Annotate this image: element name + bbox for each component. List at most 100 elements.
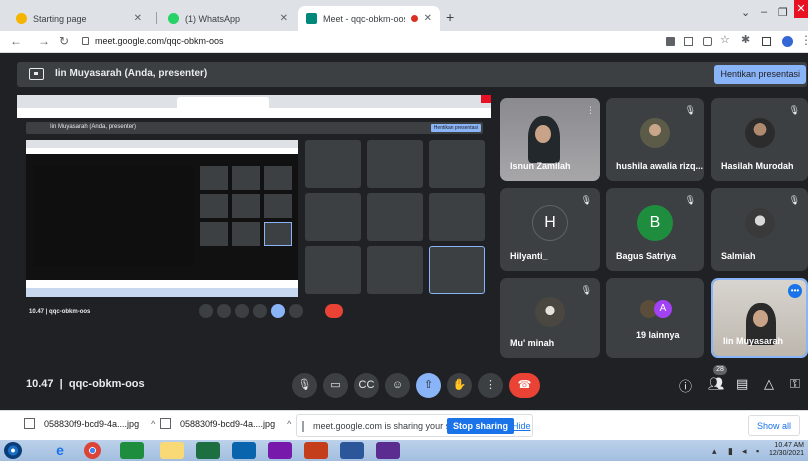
meeting-code: qqc-obkm-oos: [68, 378, 145, 390]
participant-tile[interactable]: ⋮ Isnun Zamilah: [500, 98, 600, 181]
browser-logo-icon: [16, 13, 27, 24]
chrome-icon[interactable]: [84, 442, 101, 459]
camera-in-use-icon[interactable]: [666, 37, 675, 46]
download-filename: 058830f9-bcd9-4a....jpg: [180, 418, 276, 429]
onenote-icon[interactable]: [268, 442, 292, 459]
translate-icon[interactable]: [684, 37, 693, 46]
share-icon[interactable]: [703, 37, 712, 46]
chevron-up-icon[interactable]: ^: [151, 419, 155, 429]
participant-tile[interactable]: 🎙︎ Mu' minah: [500, 278, 600, 358]
file-explorer-icon[interactable]: [160, 442, 184, 459]
volume-icon[interactable]: ◂: [742, 446, 747, 457]
more-options-icon[interactable]: ⋮: [586, 105, 595, 116]
browser-toolbar: ← → ↻ meet.google.com/qqc-obkm-oos ☆ ✱ ⋮: [0, 31, 808, 53]
windows-taskbar: e ▴ ▮ ◂ ▪ 10.47 AM 12/30/2021: [0, 440, 808, 461]
app-icon[interactable]: [120, 442, 144, 459]
participant-avatar: [535, 296, 565, 327]
menu-icon[interactable]: ⋮: [800, 33, 808, 47]
outlook-icon[interactable]: [232, 442, 256, 459]
close-icon[interactable]: ✕: [134, 13, 142, 24]
others-tile[interactable]: A 19 lainnya: [606, 278, 704, 358]
tab-title: Meet - qqc-obkm-oos: [323, 13, 405, 24]
image-file-icon: [24, 418, 35, 429]
activities-icon[interactable]: △: [764, 376, 774, 392]
word-icon[interactable]: [340, 442, 364, 459]
stop-sharing-button[interactable]: Stop sharing: [447, 418, 515, 434]
shared-browser-tab-strip: [17, 95, 491, 108]
participant-tile[interactable]: B 🎙︎ Bagus Satriya: [606, 188, 704, 271]
tab-meet[interactable]: Meet - qqc-obkm-oos ✕: [298, 6, 440, 31]
new-tab-button[interactable]: +: [446, 9, 454, 25]
more-options-icon[interactable]: •••: [788, 284, 802, 298]
recording-indicator-icon: [410, 15, 418, 22]
close-icon[interactable]: ✕: [424, 13, 432, 24]
whatsapp-icon: [168, 13, 179, 24]
download-item[interactable]: 058830f9-bcd9-4a....jpg ^: [24, 418, 155, 429]
download-filename: 058830f9-bcd9-4a....jpg: [44, 418, 140, 429]
more-options-button[interactable]: ⋮: [478, 373, 503, 398]
app-icon[interactable]: [376, 442, 400, 459]
captions-button[interactable]: CC: [354, 373, 379, 398]
excel-icon[interactable]: [196, 442, 220, 459]
close-window-icon[interactable]: ✕: [794, 0, 808, 18]
presenter-bar: Iin Muyasarah (Anda, presenter) Hentikan…: [17, 62, 807, 87]
start-button[interactable]: [4, 442, 22, 459]
tab-whatsapp[interactable]: (1) WhatsApp ✕: [160, 6, 296, 31]
people-icon[interactable]: 👥︎: [708, 376, 725, 392]
meeting-info-icon[interactable]: ⓘ: [679, 376, 692, 395]
raise-hand-button[interactable]: ✋: [447, 373, 472, 398]
url-field[interactable]: meet.google.com/qqc-obkm-oos: [95, 36, 224, 46]
shared-nested-screen: [26, 140, 298, 297]
meeting-details: 10.47 | qqc-obkm-oos: [26, 378, 145, 390]
participant-name: Iin Muyasarah: [723, 336, 784, 346]
forward-icon[interactable]: →: [38, 34, 50, 48]
participant-tile[interactable]: H 🎙︎ Hilyanti_: [500, 188, 600, 271]
action-center-icon[interactable]: ▪: [756, 446, 759, 456]
system-clock[interactable]: 10.47 AM 12/30/2021: [769, 442, 804, 458]
present-now-button[interactable]: ⇧: [416, 373, 441, 398]
participant-avatar: [744, 207, 775, 238]
camera-button[interactable]: ▭: [323, 373, 348, 398]
participant-name: Mu' minah: [510, 338, 555, 348]
lock-icon[interactable]: [82, 37, 89, 45]
hide-link[interactable]: Hide: [512, 421, 531, 431]
chevron-up-icon[interactable]: ^: [287, 419, 291, 429]
profile-avatar[interactable]: [782, 36, 793, 47]
mic-muted-icon: 🎙︎: [580, 195, 592, 205]
network-icon[interactable]: ▮: [728, 446, 733, 457]
drag-handle-icon[interactable]: [302, 421, 304, 432]
show-all-button[interactable]: Show all: [747, 415, 800, 436]
extensions-icon[interactable]: ✱: [741, 33, 750, 46]
download-item[interactable]: 058830f9-bcd9-4a....jpg ^: [160, 418, 291, 429]
reload-icon[interactable]: ↻: [59, 34, 69, 48]
minimize-icon[interactable]: –: [761, 6, 767, 18]
host-controls-icon[interactable]: ⚿: [790, 376, 800, 392]
chat-icon[interactable]: ▤: [736, 376, 748, 392]
mic-muted-icon: 🎙︎: [684, 105, 696, 115]
self-tile[interactable]: ••• Iin Muyasarah: [711, 278, 808, 358]
tab-divider: [156, 12, 157, 24]
participant-tile[interactable]: 🎙︎ Hasilah Murodah: [711, 98, 808, 181]
tab-starting-page[interactable]: Starting page ✕: [8, 6, 150, 31]
side-panel-icon[interactable]: [762, 37, 771, 46]
bookmark-star-icon[interactable]: ☆: [720, 33, 730, 46]
participant-avatar: B: [637, 204, 673, 241]
close-icon[interactable]: ✕: [280, 13, 288, 24]
powerpoint-icon[interactable]: [304, 442, 328, 459]
tab-search-icon[interactable]: ⌄: [741, 6, 750, 19]
participant-tile[interactable]: 🎙︎ hushila awalia rizq...: [606, 98, 704, 181]
tray-expand-icon[interactable]: ▴: [712, 446, 717, 457]
emoji-button[interactable]: ☺: [385, 373, 410, 398]
stop-presenting-button[interactable]: Hentikan presentasi: [714, 65, 806, 84]
maximize-icon[interactable]: ❐: [778, 6, 788, 19]
microphone-button[interactable]: 🎙︎: [292, 373, 317, 398]
internet-explorer-icon[interactable]: e: [48, 442, 72, 459]
shared-presenter-bar: Iin Muyasarah (Anda, presenter) Hentikan…: [26, 122, 483, 134]
participant-tile[interactable]: 🎙︎ Salmiah: [711, 188, 808, 271]
leave-call-button[interactable]: ☎: [509, 373, 540, 398]
back-icon[interactable]: ←: [10, 34, 22, 48]
meeting-time: 10.47: [26, 378, 54, 390]
shared-active-tab: [177, 97, 269, 108]
participant-avatar: [640, 117, 670, 148]
others-count: 19 lainnya: [636, 330, 680, 340]
